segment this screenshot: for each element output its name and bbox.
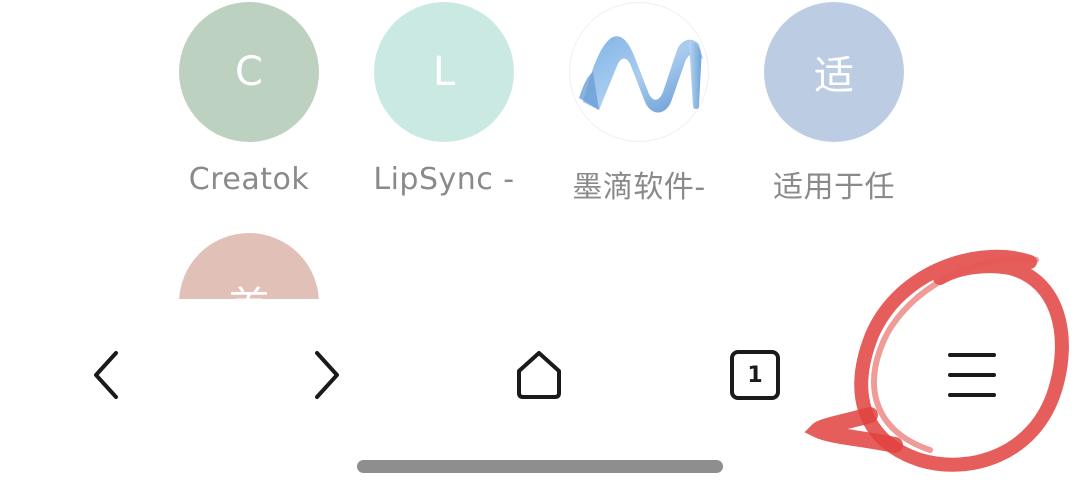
shortcut-label: Creatok: [188, 162, 310, 197]
chevron-left-icon: [94, 351, 118, 399]
shortcut-lipsync[interactable]: L LipSync -: [359, 2, 529, 197]
shortcut-modi-software[interactable]: 墨滴软件-: [554, 2, 724, 206]
shortcut-applicable[interactable]: 适 适用于任: [749, 2, 919, 206]
home-button[interactable]: [494, 330, 584, 420]
shortcut-partial[interactable]: 首: [164, 233, 334, 299]
shortcut-creatok[interactable]: C Creatok: [164, 2, 334, 197]
shortcut-avatar-letter: L: [432, 49, 456, 95]
shortcut-avatar-letter: 适: [814, 53, 854, 99]
browser-new-tab-page: C Creatok L LipSync - 墨滴软件- 适 适用于任 1: [0, 0, 1080, 495]
n-logo-icon: [569, 2, 709, 142]
back-button[interactable]: [63, 330, 153, 420]
shortcut-avatar: 首: [179, 233, 319, 299]
chevron-right-icon: [315, 351, 339, 399]
shortcut-avatar: 适: [764, 2, 904, 142]
shortcut-avatar: C: [179, 2, 319, 142]
shortcut-avatar-letter: 首: [229, 274, 269, 299]
shortcut-label: 墨滴软件-: [572, 170, 706, 205]
home-icon: [517, 351, 561, 399]
shortcut-avatar-letter: C: [235, 49, 263, 95]
shortcut-label: 适用于任: [773, 170, 895, 205]
tabs-icon: 1: [729, 349, 781, 401]
forward-button[interactable]: [280, 330, 370, 420]
tabs-button[interactable]: 1: [710, 330, 800, 420]
shortcut-label: LipSync -: [373, 162, 515, 197]
tab-count: 1: [747, 362, 763, 388]
gesture-navigation-bar[interactable]: [357, 460, 723, 473]
shortcut-avatar: L: [374, 2, 514, 142]
hamburger-menu-icon: [948, 353, 996, 397]
menu-button[interactable]: [927, 330, 1017, 420]
